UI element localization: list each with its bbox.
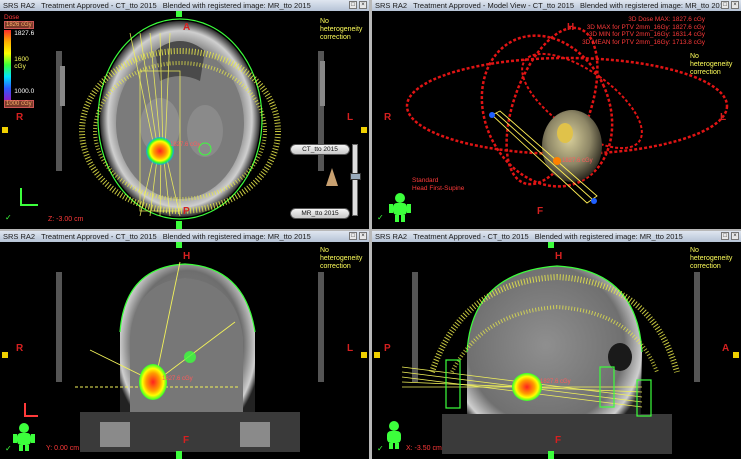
maximize-icon[interactable]: □ xyxy=(721,1,729,9)
orient-left: R xyxy=(16,343,24,354)
coronal-image[interactable] xyxy=(0,242,369,459)
maximize-icon[interactable]: □ xyxy=(721,232,729,240)
orient-right: A xyxy=(722,343,730,354)
model-view[interactable]: SRS RA2 Treatment Approved - Model View … xyxy=(372,0,741,229)
ct-image-button[interactable]: CT_tto 2015 xyxy=(290,144,350,155)
orient-right: L xyxy=(347,112,354,123)
orientation-line-2: Head First-Supine xyxy=(412,184,465,192)
close-icon[interactable]: × xyxy=(731,1,739,9)
blend-info: Blended with registered image: MR_tto 20… xyxy=(534,232,683,241)
close-icon[interactable]: × xyxy=(359,232,367,240)
orientation-axes-icon xyxy=(24,403,38,417)
dose-point-label: 1827.6 cGy xyxy=(540,379,571,385)
heterogeneity-note: No heterogeneity correction xyxy=(690,247,733,270)
orient-left: P xyxy=(384,343,391,354)
mr-image-button[interactable]: MR_tto 2015 xyxy=(290,208,350,219)
dose-legend: Dose 1826 cGy 1827.6 1600 cGy 1000.0 100… xyxy=(4,14,38,108)
orient-top: A xyxy=(183,22,191,33)
dose-statistics: 3D Dose MAX: 1827.6 cGy 3D MAX for PTV 2… xyxy=(582,16,705,46)
dose-point-label: 1827.6 cGy xyxy=(162,376,193,382)
legend-mid: 1600 cGy xyxy=(14,56,29,70)
coronal-view[interactable]: SRS RA2 Treatment Approved - CT_tto 2015… xyxy=(0,231,369,459)
orient-bottom: F xyxy=(555,435,562,446)
plan-status: Treatment Approved - CT_tto 2015 xyxy=(413,232,529,241)
orient-bottom: F xyxy=(183,435,190,446)
checkmark-icon: ✓ xyxy=(5,444,12,453)
orient-right: L xyxy=(347,343,354,354)
plan-name: SRS RA2 xyxy=(375,1,408,10)
orient-top: H xyxy=(567,22,575,33)
view-titlebar: SRS RA2 Treatment Approved - Model View … xyxy=(372,0,741,11)
dose-colorbar xyxy=(4,30,12,100)
plan-status: Treatment Approved - CT_tto 2015 xyxy=(41,1,157,10)
patient-orientation: Standard Head First-Supine xyxy=(412,177,464,192)
stat-3d-dose-max: 3D Dose MAX: 1827.6 cGy xyxy=(628,16,705,23)
orient-bottom: F xyxy=(537,206,544,217)
blend-info: Blended with registered image: MR_tto 20… xyxy=(162,232,311,241)
slice-coordinate: Y: 0.00 cm xyxy=(46,445,80,452)
plan-status: Treatment Approved - Model View - CT_tto… xyxy=(413,1,575,10)
metronome-icon xyxy=(326,168,338,186)
dose-point-label: 1827.6 cGy xyxy=(562,158,593,164)
orient-top: H xyxy=(183,251,191,262)
plan-name: SRS RA2 xyxy=(375,232,408,241)
heterogeneity-note: No heterogeneity correction xyxy=(320,18,363,41)
view-titlebar: SRS RA2 Treatment Approved - CT_tto 2015… xyxy=(372,231,741,242)
orient-bottom: P xyxy=(183,206,190,217)
orient-top: H xyxy=(555,251,563,262)
checkmark-icon: ✓ xyxy=(377,213,384,222)
legend-low: 1000.0 xyxy=(14,88,35,95)
stat-ptv-mean: 3D MEAN for PTV 2mm_16Gy: 1713.8 cGy xyxy=(582,38,705,46)
view-titlebar: SRS RA2 Treatment Approved - CT_tto 2015… xyxy=(0,231,369,242)
sagittal-view[interactable]: SRS RA2 Treatment Approved - CT_tto 2015… xyxy=(372,231,741,459)
sagittal-image[interactable] xyxy=(372,242,741,459)
close-icon[interactable]: × xyxy=(731,232,739,240)
plan-name: SRS RA2 xyxy=(3,232,36,241)
orient-left: R xyxy=(384,112,392,123)
dose-legend-title: Dose xyxy=(4,14,20,21)
close-icon[interactable]: × xyxy=(359,1,367,9)
slice-coordinate: X: -3.50 cm xyxy=(406,445,442,452)
view-titlebar: SRS RA2 Treatment Approved - CT_tto 2015… xyxy=(0,0,369,11)
heterogeneity-note: No heterogeneity correction xyxy=(690,53,733,76)
plan-name: SRS RA2 xyxy=(3,1,36,10)
checkmark-icon: ✓ xyxy=(5,213,12,222)
maximize-icon[interactable]: □ xyxy=(349,1,357,9)
orientation-line-1: Standard xyxy=(412,177,439,184)
legend-max: 1827.6 xyxy=(14,30,35,37)
plan-status: Treatment Approved - CT_tto 2015 xyxy=(41,232,157,241)
heterogeneity-note: No heterogeneity correction xyxy=(320,247,363,270)
blend-slider[interactable] xyxy=(350,144,361,216)
orientation-axes-icon xyxy=(20,188,38,206)
slice-coordinate: Z: -3.00 cm xyxy=(48,216,84,223)
blend-info: Blended with registered image: MR_tto 20… xyxy=(580,1,729,10)
stat-ptv-max: 3D MAX for PTV 2mm_16Gy: 1827.6 cGy xyxy=(586,23,705,31)
blend-info: Blended with registered image: MR_tto 20… xyxy=(162,1,311,10)
image-blend-control: CT_tto 2015 MR_tto 2015 xyxy=(290,138,370,224)
orient-left: R xyxy=(16,112,24,123)
maximize-icon[interactable]: □ xyxy=(349,232,357,240)
checkmark-icon: ✓ xyxy=(377,444,384,453)
legend-top-box: 1826 cGy xyxy=(4,21,34,29)
stat-ptv-min: 3D MIN for PTV 2mm_16Gy: 1631.4 cGy xyxy=(588,31,705,39)
legend-bottom-box: 1000 cGy xyxy=(4,100,34,108)
orient-right: L xyxy=(720,112,727,123)
dose-point-label: 1827.6 cGy xyxy=(170,142,201,148)
blend-slider-handle[interactable] xyxy=(350,173,361,180)
